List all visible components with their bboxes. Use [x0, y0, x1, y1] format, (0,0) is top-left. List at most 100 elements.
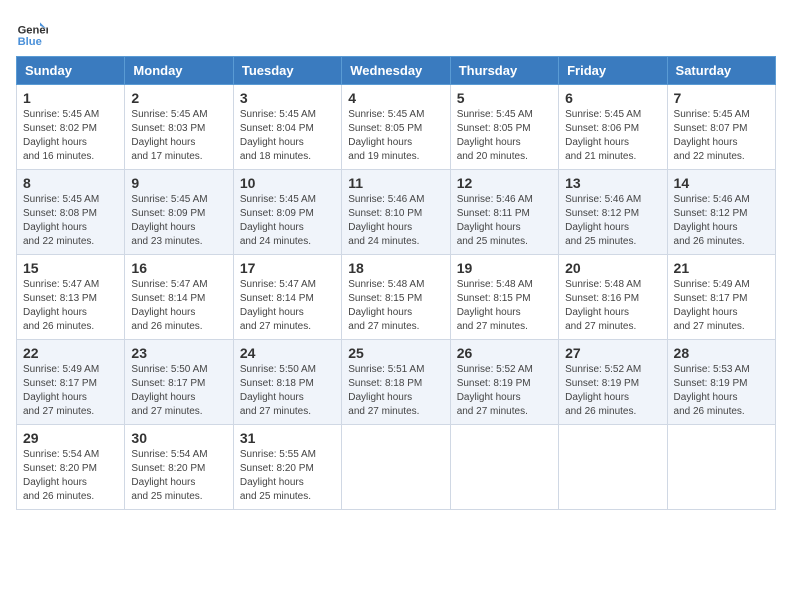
day-info: Sunrise: 5:54 AM Sunset: 8:20 PM Dayligh…	[23, 448, 118, 504]
calendar-day-cell: 2 Sunrise: 5:45 AM Sunset: 8:03 PM Dayli…	[125, 85, 233, 170]
day-of-week-header: Saturday	[667, 57, 775, 85]
calendar-day-cell: 29 Sunrise: 5:54 AM Sunset: 8:20 PM Dayl…	[17, 425, 125, 510]
calendar-day-cell: 22 Sunrise: 5:49 AM Sunset: 8:17 PM Dayl…	[17, 340, 125, 425]
day-info: Sunrise: 5:45 AM Sunset: 8:08 PM Dayligh…	[23, 193, 118, 249]
calendar-day-cell: 18 Sunrise: 5:48 AM Sunset: 8:15 PM Dayl…	[342, 255, 450, 340]
day-number: 12	[457, 175, 552, 191]
day-info: Sunrise: 5:45 AM Sunset: 8:06 PM Dayligh…	[565, 108, 660, 164]
calendar-day-cell: 17 Sunrise: 5:47 AM Sunset: 8:14 PM Dayl…	[233, 255, 341, 340]
day-number: 21	[674, 260, 769, 276]
calendar-day-cell: 19 Sunrise: 5:48 AM Sunset: 8:15 PM Dayl…	[450, 255, 558, 340]
day-of-week-header: Sunday	[17, 57, 125, 85]
day-info: Sunrise: 5:48 AM Sunset: 8:15 PM Dayligh…	[348, 278, 443, 334]
calendar-day-cell: 31 Sunrise: 5:55 AM Sunset: 8:20 PM Dayl…	[233, 425, 341, 510]
calendar-week-row: 15 Sunrise: 5:47 AM Sunset: 8:13 PM Dayl…	[17, 255, 776, 340]
day-of-week-header: Thursday	[450, 57, 558, 85]
day-number: 5	[457, 90, 552, 106]
calendar-day-cell: 4 Sunrise: 5:45 AM Sunset: 8:05 PM Dayli…	[342, 85, 450, 170]
day-number: 29	[23, 430, 118, 446]
calendar-day-cell: 13 Sunrise: 5:46 AM Sunset: 8:12 PM Dayl…	[559, 170, 667, 255]
calendar-day-cell: 14 Sunrise: 5:46 AM Sunset: 8:12 PM Dayl…	[667, 170, 775, 255]
day-info: Sunrise: 5:53 AM Sunset: 8:19 PM Dayligh…	[674, 363, 769, 419]
day-number: 28	[674, 345, 769, 361]
day-number: 4	[348, 90, 443, 106]
calendar-day-cell	[342, 425, 450, 510]
day-info: Sunrise: 5:52 AM Sunset: 8:19 PM Dayligh…	[565, 363, 660, 419]
svg-text:Blue: Blue	[18, 36, 42, 48]
day-info: Sunrise: 5:47 AM Sunset: 8:13 PM Dayligh…	[23, 278, 118, 334]
calendar-day-cell: 10 Sunrise: 5:45 AM Sunset: 8:09 PM Dayl…	[233, 170, 341, 255]
day-number: 25	[348, 345, 443, 361]
calendar-week-row: 22 Sunrise: 5:49 AM Sunset: 8:17 PM Dayl…	[17, 340, 776, 425]
day-number: 11	[348, 175, 443, 191]
day-number: 8	[23, 175, 118, 191]
day-number: 15	[23, 260, 118, 276]
day-number: 9	[131, 175, 226, 191]
day-number: 24	[240, 345, 335, 361]
day-number: 14	[674, 175, 769, 191]
calendar-day-cell: 30 Sunrise: 5:54 AM Sunset: 8:20 PM Dayl…	[125, 425, 233, 510]
day-number: 16	[131, 260, 226, 276]
calendar-day-cell: 20 Sunrise: 5:48 AM Sunset: 8:16 PM Dayl…	[559, 255, 667, 340]
day-info: Sunrise: 5:46 AM Sunset: 8:12 PM Dayligh…	[674, 193, 769, 249]
calendar-week-row: 29 Sunrise: 5:54 AM Sunset: 8:20 PM Dayl…	[17, 425, 776, 510]
day-number: 13	[565, 175, 660, 191]
calendar-table: SundayMondayTuesdayWednesdayThursdayFrid…	[16, 56, 776, 510]
day-info: Sunrise: 5:45 AM Sunset: 8:03 PM Dayligh…	[131, 108, 226, 164]
day-of-week-header: Wednesday	[342, 57, 450, 85]
day-info: Sunrise: 5:55 AM Sunset: 8:20 PM Dayligh…	[240, 448, 335, 504]
day-number: 7	[674, 90, 769, 106]
day-info: Sunrise: 5:47 AM Sunset: 8:14 PM Dayligh…	[131, 278, 226, 334]
logo-icon: General Blue	[16, 16, 48, 48]
day-info: Sunrise: 5:47 AM Sunset: 8:14 PM Dayligh…	[240, 278, 335, 334]
day-number: 3	[240, 90, 335, 106]
calendar-day-cell: 16 Sunrise: 5:47 AM Sunset: 8:14 PM Dayl…	[125, 255, 233, 340]
day-info: Sunrise: 5:46 AM Sunset: 8:11 PM Dayligh…	[457, 193, 552, 249]
day-info: Sunrise: 5:50 AM Sunset: 8:17 PM Dayligh…	[131, 363, 226, 419]
day-number: 26	[457, 345, 552, 361]
day-number: 19	[457, 260, 552, 276]
calendar-day-cell: 9 Sunrise: 5:45 AM Sunset: 8:09 PM Dayli…	[125, 170, 233, 255]
calendar-day-cell: 24 Sunrise: 5:50 AM Sunset: 8:18 PM Dayl…	[233, 340, 341, 425]
day-info: Sunrise: 5:51 AM Sunset: 8:18 PM Dayligh…	[348, 363, 443, 419]
calendar-week-row: 1 Sunrise: 5:45 AM Sunset: 8:02 PM Dayli…	[17, 85, 776, 170]
day-number: 18	[348, 260, 443, 276]
logo: General Blue	[16, 16, 48, 48]
day-number: 20	[565, 260, 660, 276]
day-info: Sunrise: 5:45 AM Sunset: 8:05 PM Dayligh…	[457, 108, 552, 164]
day-number: 27	[565, 345, 660, 361]
day-number: 30	[131, 430, 226, 446]
day-number: 6	[565, 90, 660, 106]
day-number: 17	[240, 260, 335, 276]
calendar-day-cell: 6 Sunrise: 5:45 AM Sunset: 8:06 PM Dayli…	[559, 85, 667, 170]
day-info: Sunrise: 5:45 AM Sunset: 8:05 PM Dayligh…	[348, 108, 443, 164]
day-of-week-header: Tuesday	[233, 57, 341, 85]
day-number: 1	[23, 90, 118, 106]
calendar-day-cell	[559, 425, 667, 510]
day-info: Sunrise: 5:50 AM Sunset: 8:18 PM Dayligh…	[240, 363, 335, 419]
calendar-header-row: SundayMondayTuesdayWednesdayThursdayFrid…	[17, 57, 776, 85]
calendar-day-cell: 8 Sunrise: 5:45 AM Sunset: 8:08 PM Dayli…	[17, 170, 125, 255]
calendar-day-cell: 28 Sunrise: 5:53 AM Sunset: 8:19 PM Dayl…	[667, 340, 775, 425]
day-info: Sunrise: 5:45 AM Sunset: 8:02 PM Dayligh…	[23, 108, 118, 164]
calendar-day-cell: 15 Sunrise: 5:47 AM Sunset: 8:13 PM Dayl…	[17, 255, 125, 340]
day-number: 2	[131, 90, 226, 106]
day-info: Sunrise: 5:45 AM Sunset: 8:04 PM Dayligh…	[240, 108, 335, 164]
day-info: Sunrise: 5:48 AM Sunset: 8:15 PM Dayligh…	[457, 278, 552, 334]
calendar-day-cell: 26 Sunrise: 5:52 AM Sunset: 8:19 PM Dayl…	[450, 340, 558, 425]
day-info: Sunrise: 5:52 AM Sunset: 8:19 PM Dayligh…	[457, 363, 552, 419]
calendar-day-cell: 25 Sunrise: 5:51 AM Sunset: 8:18 PM Dayl…	[342, 340, 450, 425]
day-number: 31	[240, 430, 335, 446]
day-info: Sunrise: 5:46 AM Sunset: 8:10 PM Dayligh…	[348, 193, 443, 249]
calendar-day-cell: 21 Sunrise: 5:49 AM Sunset: 8:17 PM Dayl…	[667, 255, 775, 340]
day-of-week-header: Monday	[125, 57, 233, 85]
calendar-day-cell: 23 Sunrise: 5:50 AM Sunset: 8:17 PM Dayl…	[125, 340, 233, 425]
calendar-week-row: 8 Sunrise: 5:45 AM Sunset: 8:08 PM Dayli…	[17, 170, 776, 255]
calendar-day-cell: 27 Sunrise: 5:52 AM Sunset: 8:19 PM Dayl…	[559, 340, 667, 425]
day-info: Sunrise: 5:49 AM Sunset: 8:17 PM Dayligh…	[674, 278, 769, 334]
day-info: Sunrise: 5:46 AM Sunset: 8:12 PM Dayligh…	[565, 193, 660, 249]
day-info: Sunrise: 5:49 AM Sunset: 8:17 PM Dayligh…	[23, 363, 118, 419]
day-info: Sunrise: 5:48 AM Sunset: 8:16 PM Dayligh…	[565, 278, 660, 334]
day-of-week-header: Friday	[559, 57, 667, 85]
calendar-day-cell: 1 Sunrise: 5:45 AM Sunset: 8:02 PM Dayli…	[17, 85, 125, 170]
